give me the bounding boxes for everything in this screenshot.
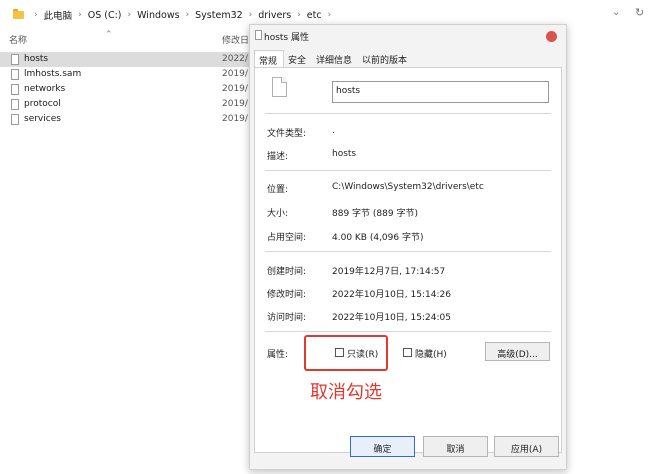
annotation-highlight-box: [304, 335, 388, 371]
breadcrumb-system32[interactable]: System32: [195, 10, 243, 21]
size-label: 大小:: [267, 209, 289, 219]
tab-security[interactable]: 安全: [284, 50, 312, 68]
folder-icon: [13, 9, 24, 19]
location-label: 位置:: [267, 185, 289, 195]
file-date: 2019/: [222, 84, 248, 94]
tab-previous-versions[interactable]: 以前的版本: [358, 50, 413, 68]
breadcrumb-drivers[interactable]: drivers: [258, 10, 291, 21]
accessed-value: 2022年10月10日, 15:24:05: [332, 313, 451, 323]
advanced-button[interactable]: 高级(D)...: [485, 342, 550, 361]
breadcrumb-os-c[interactable]: OS (C:): [88, 10, 122, 21]
tab-general[interactable]: 常规: [254, 50, 285, 68]
apply-button[interactable]: 应用(A): [494, 436, 559, 457]
chevron-right-icon: ›: [78, 10, 82, 20]
chevron-right-icon: ›: [127, 10, 132, 20]
file-date: 2019/: [222, 99, 248, 109]
hidden-label[interactable]: 隐藏(H): [415, 347, 447, 360]
properties-dialog: hosts 属性 常规 安全 详细信息 以前的版本 hosts 文件类型: . …: [249, 24, 567, 470]
type-label: 文件类型:: [267, 129, 307, 139]
breadcrumb-etc[interactable]: etc: [307, 10, 322, 21]
file-date: 2022/: [222, 54, 248, 64]
file-row-protocol[interactable]: protocol 2019/: [0, 97, 260, 112]
hidden-checkbox[interactable]: [403, 348, 412, 357]
file-name: protocol: [24, 99, 61, 109]
file-icon: [11, 84, 19, 95]
modified-label: 修改时间:: [267, 290, 307, 300]
desc-label: 描述:: [267, 152, 289, 162]
chevron-right-icon: ›: [185, 10, 190, 20]
chevron-right-icon: ›: [34, 10, 38, 20]
breadcrumb-this-pc[interactable]: 此电脑: [44, 8, 73, 22]
column-date[interactable]: 修改日: [222, 33, 249, 46]
created-value: 2019年12月7日, 17:14:57: [332, 267, 446, 277]
file-icon: [11, 54, 19, 65]
file-icon: [11, 99, 19, 110]
breadcrumb-windows[interactable]: Windows: [137, 10, 179, 21]
file-list: hosts 2022/ lmhosts.sam 2019/ networks 2…: [0, 52, 260, 127]
divider: [265, 331, 551, 332]
column-name[interactable]: 名称: [9, 33, 27, 46]
file-name: hosts: [24, 54, 49, 64]
ok-button[interactable]: 确定: [350, 436, 415, 457]
file-icon: [11, 114, 19, 125]
chevron-right-icon: ›: [248, 10, 253, 20]
file-icon: [255, 30, 262, 40]
desc-value: hosts: [332, 149, 357, 159]
file-row-services[interactable]: services 2019/: [0, 112, 260, 127]
accessed-label: 访问时间:: [267, 313, 307, 323]
close-icon[interactable]: [546, 31, 557, 42]
chevron-right-icon: ›: [327, 10, 332, 20]
file-row-networks[interactable]: networks 2019/: [0, 82, 260, 97]
file-name-input[interactable]: hosts: [332, 81, 549, 103]
cancel-button[interactable]: 取消: [423, 436, 488, 457]
file-icon: [272, 77, 287, 97]
file-name: lmhosts.sam: [24, 69, 82, 79]
size-value: 889 字节 (889 字节): [332, 209, 418, 219]
chevron-right-icon: ›: [297, 10, 301, 20]
type-value: .: [332, 126, 335, 136]
location-value: C:\Windows\System32\drivers\etc: [332, 182, 484, 192]
file-date: 2019/: [222, 114, 248, 124]
file-date: 2019/: [222, 69, 248, 79]
divider: [265, 170, 551, 171]
file-name: services: [24, 114, 61, 124]
dialog-title: hosts 属性: [264, 33, 309, 43]
tab-bar: 常规 安全 详细信息 以前的版本: [254, 50, 413, 68]
created-label: 创建时间:: [267, 267, 307, 277]
sort-ascending-icon: ⌃: [105, 30, 113, 40]
chevron-down-icon[interactable]: ⌄: [612, 7, 620, 18]
divider: [265, 251, 551, 252]
disk-size-value: 4.00 KB (4,096 字节): [332, 233, 424, 243]
disk-size-label: 占用空间:: [267, 233, 307, 243]
file-name: networks: [24, 84, 66, 94]
attributes-label: 属性:: [267, 350, 289, 360]
file-row-hosts[interactable]: hosts 2022/: [0, 52, 260, 67]
general-panel: hosts 文件类型: . 描述: hosts 位置: C:\Windows\S…: [254, 67, 562, 453]
divider: [265, 113, 551, 114]
refresh-icon[interactable]: ↻: [635, 6, 644, 19]
modified-value: 2022年10月10日, 15:14:26: [332, 290, 451, 300]
file-row-lmhosts[interactable]: lmhosts.sam 2019/: [0, 67, 260, 82]
file-icon: [11, 69, 19, 80]
breadcrumb: › 此电脑 › OS (C:) › Windows › System32 › d…: [28, 8, 337, 23]
annotation-text: 取消勾选: [310, 382, 382, 403]
tab-details[interactable]: 详细信息: [312, 50, 358, 68]
